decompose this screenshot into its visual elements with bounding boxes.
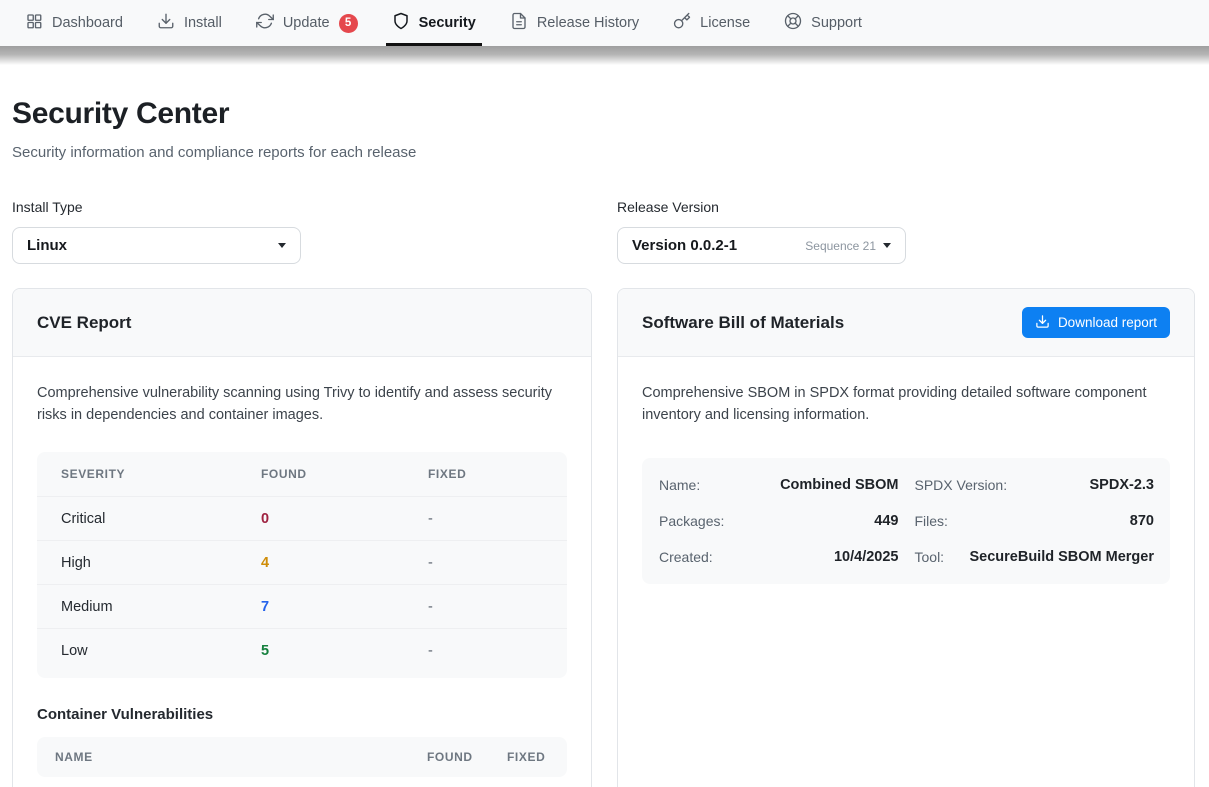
cve-report-header: CVE Report: [13, 289, 591, 357]
scroll-shadow: [0, 46, 1209, 65]
lifebuoy-icon: [784, 12, 802, 34]
release-sequence-text: Sequence 21: [805, 239, 876, 253]
document-icon: [510, 12, 528, 34]
nav-label: Support: [811, 15, 862, 31]
shield-icon: [392, 12, 410, 34]
key-icon: [673, 12, 691, 34]
fixed-count: -: [428, 599, 543, 615]
found-count: 4: [261, 555, 428, 571]
severity-label: Low: [61, 643, 261, 659]
fixed-count: -: [428, 555, 543, 571]
fixed-count: -: [428, 511, 543, 527]
severity-label: Medium: [61, 599, 261, 615]
nav-item-dashboard[interactable]: Dashboard: [13, 0, 135, 46]
col-fixed: FIXED: [428, 467, 543, 481]
nav-label: License: [700, 15, 750, 31]
sbom-detail-tool: Tool: SecureBuild SBOM Merger: [915, 539, 1155, 575]
table-row-low: Low 5 -: [37, 628, 567, 672]
nav-label: Dashboard: [52, 15, 123, 31]
install-type-group: Install Type Linux: [12, 199, 592, 264]
found-count: 7: [261, 599, 428, 615]
nav-label: Update: [283, 15, 330, 31]
detail-label: SPDX Version:: [915, 477, 1008, 493]
detail-label: Packages:: [659, 513, 724, 529]
cve-report-body: Comprehensive vulnerability scanning usi…: [13, 357, 591, 787]
sbom-title: Software Bill of Materials: [642, 313, 844, 333]
nav-item-license[interactable]: License: [661, 0, 762, 46]
nav-label: Install: [184, 15, 222, 31]
download-icon: [1035, 314, 1050, 332]
chevron-down-icon: [278, 243, 286, 248]
sbom-header: Software Bill of Materials Download repo…: [618, 289, 1194, 357]
sbom-details-panel: Name: Combined SBOM SPDX Version: SPDX-2…: [642, 458, 1170, 584]
top-nav: Dashboard Install Update 5 Security Rele…: [0, 0, 1209, 46]
col-fixed: FIXED: [507, 750, 557, 764]
sbom-detail-spdx-version: SPDX Version: SPDX-2.3: [915, 467, 1155, 503]
detail-label: Created:: [659, 549, 713, 565]
download-report-button[interactable]: Download report: [1022, 307, 1170, 338]
detail-value: SecureBuild SBOM Merger: [969, 549, 1154, 565]
severity-table: SEVERITY FOUND FIXED Critical 0 - High 4…: [37, 452, 567, 678]
found-count: 0: [261, 511, 428, 527]
install-type-select[interactable]: Linux: [12, 227, 301, 264]
release-version-select[interactable]: Version 0.0.2-1 Sequence 21: [617, 227, 906, 264]
update-count-badge: 5: [339, 14, 358, 33]
found-count: 5: [261, 643, 428, 659]
nav-label: Security: [419, 15, 476, 31]
download-report-label: Download report: [1058, 315, 1157, 330]
cve-report-description: Comprehensive vulnerability scanning usi…: [37, 383, 567, 426]
nav-item-update[interactable]: Update 5: [244, 0, 370, 46]
sbom-detail-packages: Packages: 449: [659, 503, 899, 539]
fixed-count: -: [428, 643, 543, 659]
nav-item-security[interactable]: Security: [380, 0, 488, 46]
col-found: FOUND: [427, 750, 507, 764]
severity-label: High: [61, 555, 261, 571]
sbom-body: Comprehensive SBOM in SPDX format provid…: [618, 357, 1194, 608]
table-row-medium: Medium 7 -: [37, 584, 567, 628]
filters-row: Install Type Linux Release Version Versi…: [12, 199, 1195, 264]
main-content: Security Center Security information and…: [0, 65, 1209, 787]
install-type-value: Linux: [27, 237, 278, 254]
sbom-description: Comprehensive SBOM in SPDX format provid…: [642, 383, 1170, 426]
install-type-label: Install Type: [12, 199, 592, 215]
col-severity: SEVERITY: [61, 467, 261, 481]
refresh-icon: [256, 12, 274, 34]
sbom-detail-files: Files: 870: [915, 503, 1155, 539]
cve-report-title: CVE Report: [37, 313, 131, 333]
cards-row: CVE Report Comprehensive vulnerability s…: [12, 288, 1195, 787]
release-version-value: Version 0.0.2-1: [632, 237, 805, 254]
sbom-detail-name: Name: Combined SBOM: [659, 467, 899, 503]
detail-label: Name:: [659, 477, 700, 493]
detail-value: 449: [874, 513, 898, 529]
detail-value: 870: [1130, 513, 1154, 529]
nav-item-release-history[interactable]: Release History: [498, 0, 651, 46]
download-icon: [157, 12, 175, 34]
col-name: NAME: [55, 750, 427, 764]
dashboard-icon: [25, 12, 43, 34]
release-version-label: Release Version: [617, 199, 1195, 215]
cve-report-card: CVE Report Comprehensive vulnerability s…: [12, 288, 592, 787]
detail-value: Combined SBOM: [780, 477, 898, 493]
release-version-group: Release Version Version 0.0.2-1 Sequence…: [617, 199, 1195, 264]
detail-label: Files:: [915, 513, 948, 529]
severity-label: Critical: [61, 511, 261, 527]
detail-value: 10/4/2025: [834, 549, 899, 565]
detail-label: Tool:: [915, 549, 945, 565]
sbom-detail-created: Created: 10/4/2025: [659, 539, 899, 575]
col-found: FOUND: [261, 467, 428, 481]
sbom-card: Software Bill of Materials Download repo…: [617, 288, 1195, 787]
nav-item-support[interactable]: Support: [772, 0, 874, 46]
page-title: Security Center: [12, 97, 1195, 131]
table-row-high: High 4 -: [37, 540, 567, 584]
nav-label: Release History: [537, 15, 639, 31]
table-row-critical: Critical 0 -: [37, 496, 567, 540]
container-vulnerabilities-title: Container Vulnerabilities: [37, 706, 567, 723]
chevron-down-icon: [883, 243, 891, 248]
container-vulnerabilities-header: NAME FOUND FIXED: [37, 737, 567, 777]
page-subtitle: Security information and compliance repo…: [12, 144, 1195, 161]
detail-value: SPDX-2.3: [1090, 477, 1154, 493]
severity-table-header: SEVERITY FOUND FIXED: [37, 452, 567, 496]
nav-item-install[interactable]: Install: [145, 0, 234, 46]
